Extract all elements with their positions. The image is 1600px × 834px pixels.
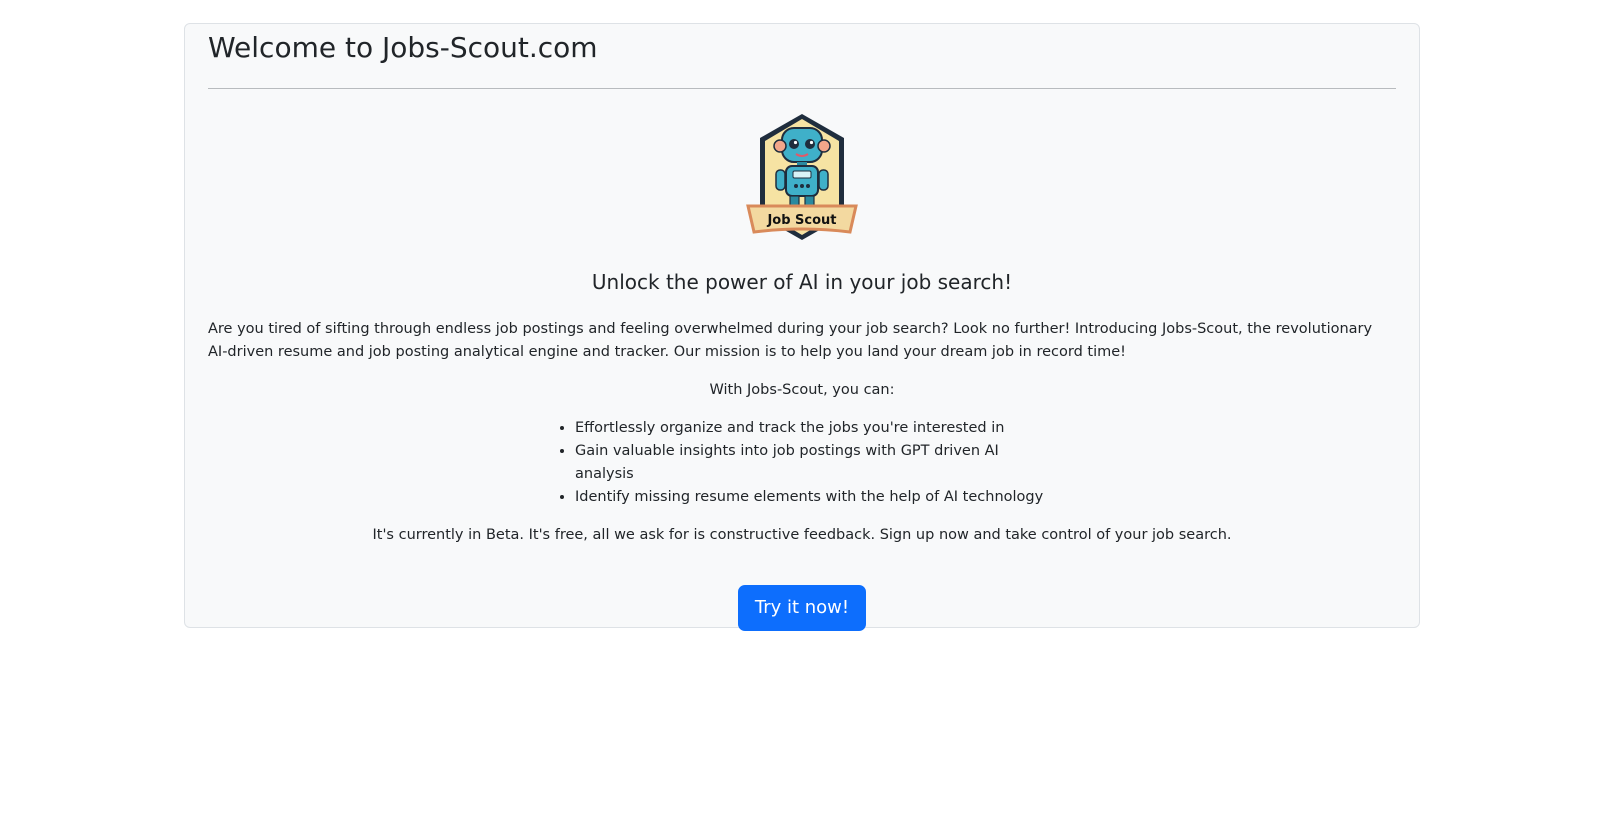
try-it-now-button[interactable]: Try it now! xyxy=(737,585,867,631)
robot-badge-logo: Job Scout xyxy=(746,114,858,240)
intro-paragraph: Are you tired of sifting through endless… xyxy=(208,321,1373,360)
logo-container: Job Scout xyxy=(208,108,1396,242)
cta-container: Try it now! xyxy=(208,585,1396,631)
svg-text:Job Scout: Job Scout xyxy=(766,213,836,228)
features-list: Effortlessly organize and track the jobs… xyxy=(557,417,1047,509)
page-title: Welcome to Jobs-Scout.com xyxy=(208,31,598,64)
list-item: Effortlessly organize and track the jobs… xyxy=(575,417,1047,440)
title-divider xyxy=(208,88,1396,89)
list-item: Identify missing resume elements with th… xyxy=(575,486,1047,509)
tagline: Unlock the power of AI in your job searc… xyxy=(591,270,1013,294)
welcome-card: Welcome to Jobs-Scout.com Job Scout Unlo… xyxy=(184,23,1420,631)
beta-notice: It's currently in Beta. It's free, all w… xyxy=(372,527,1232,543)
list-item: Gain valuable insights into job postings… xyxy=(575,440,1047,486)
features-lead: With Jobs-Scout, you can: xyxy=(709,382,895,398)
